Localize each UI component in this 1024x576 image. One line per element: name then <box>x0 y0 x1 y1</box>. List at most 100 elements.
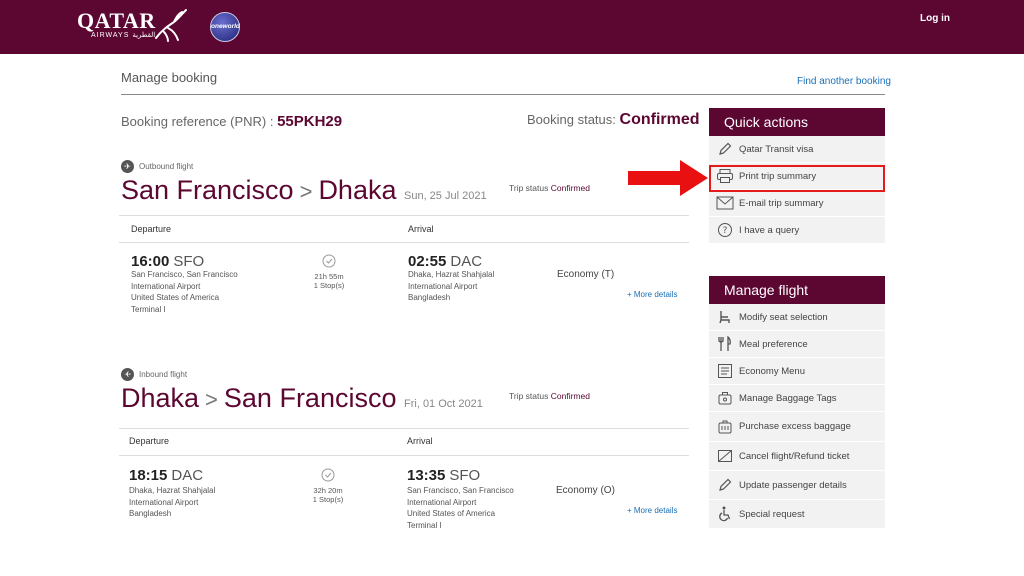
question-icon: ? <box>715 221 735 239</box>
dep-time: 16:00 <box>131 253 170 270</box>
route-arrow-icon: > <box>299 179 313 204</box>
cancel-ticket-icon <box>715 447 735 465</box>
menu-icon <box>715 362 735 380</box>
flight-duration: 32h 20m 1 Stop(s) <box>303 468 353 504</box>
dep-code: DAC <box>171 467 204 484</box>
login-link[interactable]: Log in <box>920 13 950 24</box>
route-date: Sun, 25 Jul 2021 <box>404 190 487 202</box>
dep-code: SFO <box>173 253 205 270</box>
booking-status: Booking status: Confirmed <box>527 111 700 129</box>
flight-label-text: Outbound flight <box>139 162 194 171</box>
route-to: San Francisco <box>223 383 397 413</box>
item-label: I have a query <box>739 224 800 236</box>
item-label: Purchase excess baggage <box>739 421 851 432</box>
meal-preference-item[interactable]: Meal preference <box>709 331 885 358</box>
svg-text:?: ? <box>723 226 728 236</box>
red-arrow-icon <box>628 160 708 196</box>
trip-status-value: Confirmed <box>550 183 590 193</box>
special-request-item[interactable]: Special request <box>709 500 885 529</box>
outbound-route: San Francisco > Dhaka Sun, 25 Jul 2021 <box>121 175 487 206</box>
trip-status-value: Confirmed <box>550 391 590 401</box>
update-passenger-details-item[interactable]: Update passenger details <box>709 471 885 500</box>
pencil-icon <box>715 476 735 494</box>
address-line: International Airport <box>408 281 478 291</box>
qatar-airways-logo[interactable]: QATAR AIRWAYS القطرية <box>77 10 156 40</box>
have-a-query-item[interactable]: ? I have a query <box>709 217 885 244</box>
departure-address: Dhaka, Hazrat Shahjalal International Ai… <box>129 485 215 520</box>
departure-time: 16:00 SFO <box>131 253 204 270</box>
trip-status-label: Trip status <box>509 183 549 193</box>
address-line: Bangladesh <box>129 509 172 518</box>
item-label: E-mail trip summary <box>739 197 824 209</box>
cabin-class: Economy (T) <box>557 269 615 280</box>
wheelchair-icon <box>715 505 735 523</box>
manage-baggage-tags-item[interactable]: Manage Baggage Tags <box>709 385 885 412</box>
address-line: San Francisco, San Francisco <box>131 270 238 279</box>
envelope-icon <box>715 194 735 212</box>
logo-main-text: QATAR <box>77 8 156 33</box>
address-line: Terminal I <box>131 304 166 314</box>
arrival-address: San Francisco, San Francisco Internation… <box>407 485 514 531</box>
address-line: Dhaka, Hazrat Shahjalal <box>129 486 216 495</box>
cancel-flight-refund-item[interactable]: Cancel flight/Refund ticket <box>709 442 885 471</box>
cabin-class: Economy (O) <box>556 485 615 496</box>
flight-duration: 21h 55m 1 Stop(s) <box>304 254 354 290</box>
email-trip-summary-item[interactable]: E-mail trip summary <box>709 190 885 217</box>
oryx-icon <box>155 9 187 42</box>
find-another-booking-link[interactable]: Find another booking <box>797 76 891 87</box>
inbound-flight-label: ✈ Inbound flight <box>121 368 187 381</box>
quick-actions-title: Quick actions <box>709 108 885 136</box>
purchase-excess-baggage-item[interactable]: Purchase excess baggage <box>709 412 885 442</box>
item-label: Qatar Transit visa <box>739 143 814 155</box>
item-label: Modify seat selection <box>739 311 828 323</box>
arrival-heading: Arrival <box>407 436 433 446</box>
highlight-box <box>709 165 885 192</box>
baggage-tag-icon <box>715 389 735 407</box>
seat-icon <box>715 308 735 326</box>
item-label: Special request <box>739 508 805 520</box>
route-arrow-icon: > <box>205 387 218 412</box>
status-label: Booking status: <box>527 112 616 127</box>
clock-icon <box>322 254 336 268</box>
logo-sub-text: AIRWAYS القطرية <box>91 32 156 39</box>
economy-menu-item[interactable]: Economy Menu <box>709 358 885 385</box>
stops-text: 1 Stop(s) <box>313 281 345 290</box>
address-line: Dhaka, Hazrat Shahjalal <box>408 270 495 279</box>
manage-flight-panel: Manage flight Modify seat selection Meal… <box>709 276 885 529</box>
route-from: San Francisco <box>121 175 294 205</box>
route-to: Dhaka <box>318 175 397 205</box>
qatar-transit-visa-item[interactable]: Qatar Transit visa <box>709 136 885 163</box>
stops-text: 1 Stop(s) <box>312 495 344 504</box>
duration-text: 32h 20m <box>313 486 343 495</box>
arr-time: 13:35 <box>407 467 446 484</box>
departure-heading: Departure <box>129 436 170 446</box>
divider <box>119 242 689 243</box>
cutlery-icon <box>715 335 735 353</box>
status-value: Confirmed <box>619 111 700 128</box>
address-line: San Francisco, San Francisco <box>407 486 514 495</box>
booking-reference: Booking reference (PNR) : 55PKH29 <box>121 113 342 130</box>
address-line: United States of America <box>131 293 220 302</box>
item-label: Economy Menu <box>739 365 806 377</box>
departure-address: San Francisco, San Francisco Internation… <box>131 269 238 315</box>
top-header: QATAR AIRWAYS القطرية oneworld Log in <box>0 0 1024 54</box>
address-line: Bangladesh <box>408 293 451 302</box>
departure-heading: Departure <box>131 224 172 234</box>
more-details-link[interactable]: + More details <box>627 290 677 299</box>
clock-icon <box>321 468 335 482</box>
pnr-value: 55PKH29 <box>277 113 343 130</box>
divider <box>119 215 689 216</box>
divider <box>119 455 689 456</box>
trip-status-label: Trip status <box>509 391 549 401</box>
arrival-heading: Arrival <box>408 224 434 234</box>
route-from: Dhaka <box>121 383 200 413</box>
item-label: Cancel flight/Refund ticket <box>739 450 850 462</box>
item-label: Update passenger details <box>739 479 847 491</box>
departure-time: 18:15 DAC <box>129 467 203 484</box>
plane-icon: ✈ <box>121 368 134 381</box>
inbound-route: Dhaka > San Francisco Fri, 01 Oct 2021 <box>121 383 483 414</box>
modify-seat-selection-item[interactable]: Modify seat selection <box>709 304 885 331</box>
item-label: Meal preference <box>739 338 808 350</box>
more-details-link[interactable]: + More details <box>627 506 677 515</box>
arrival-address: Dhaka, Hazrat Shahjalal International Ai… <box>408 269 494 304</box>
